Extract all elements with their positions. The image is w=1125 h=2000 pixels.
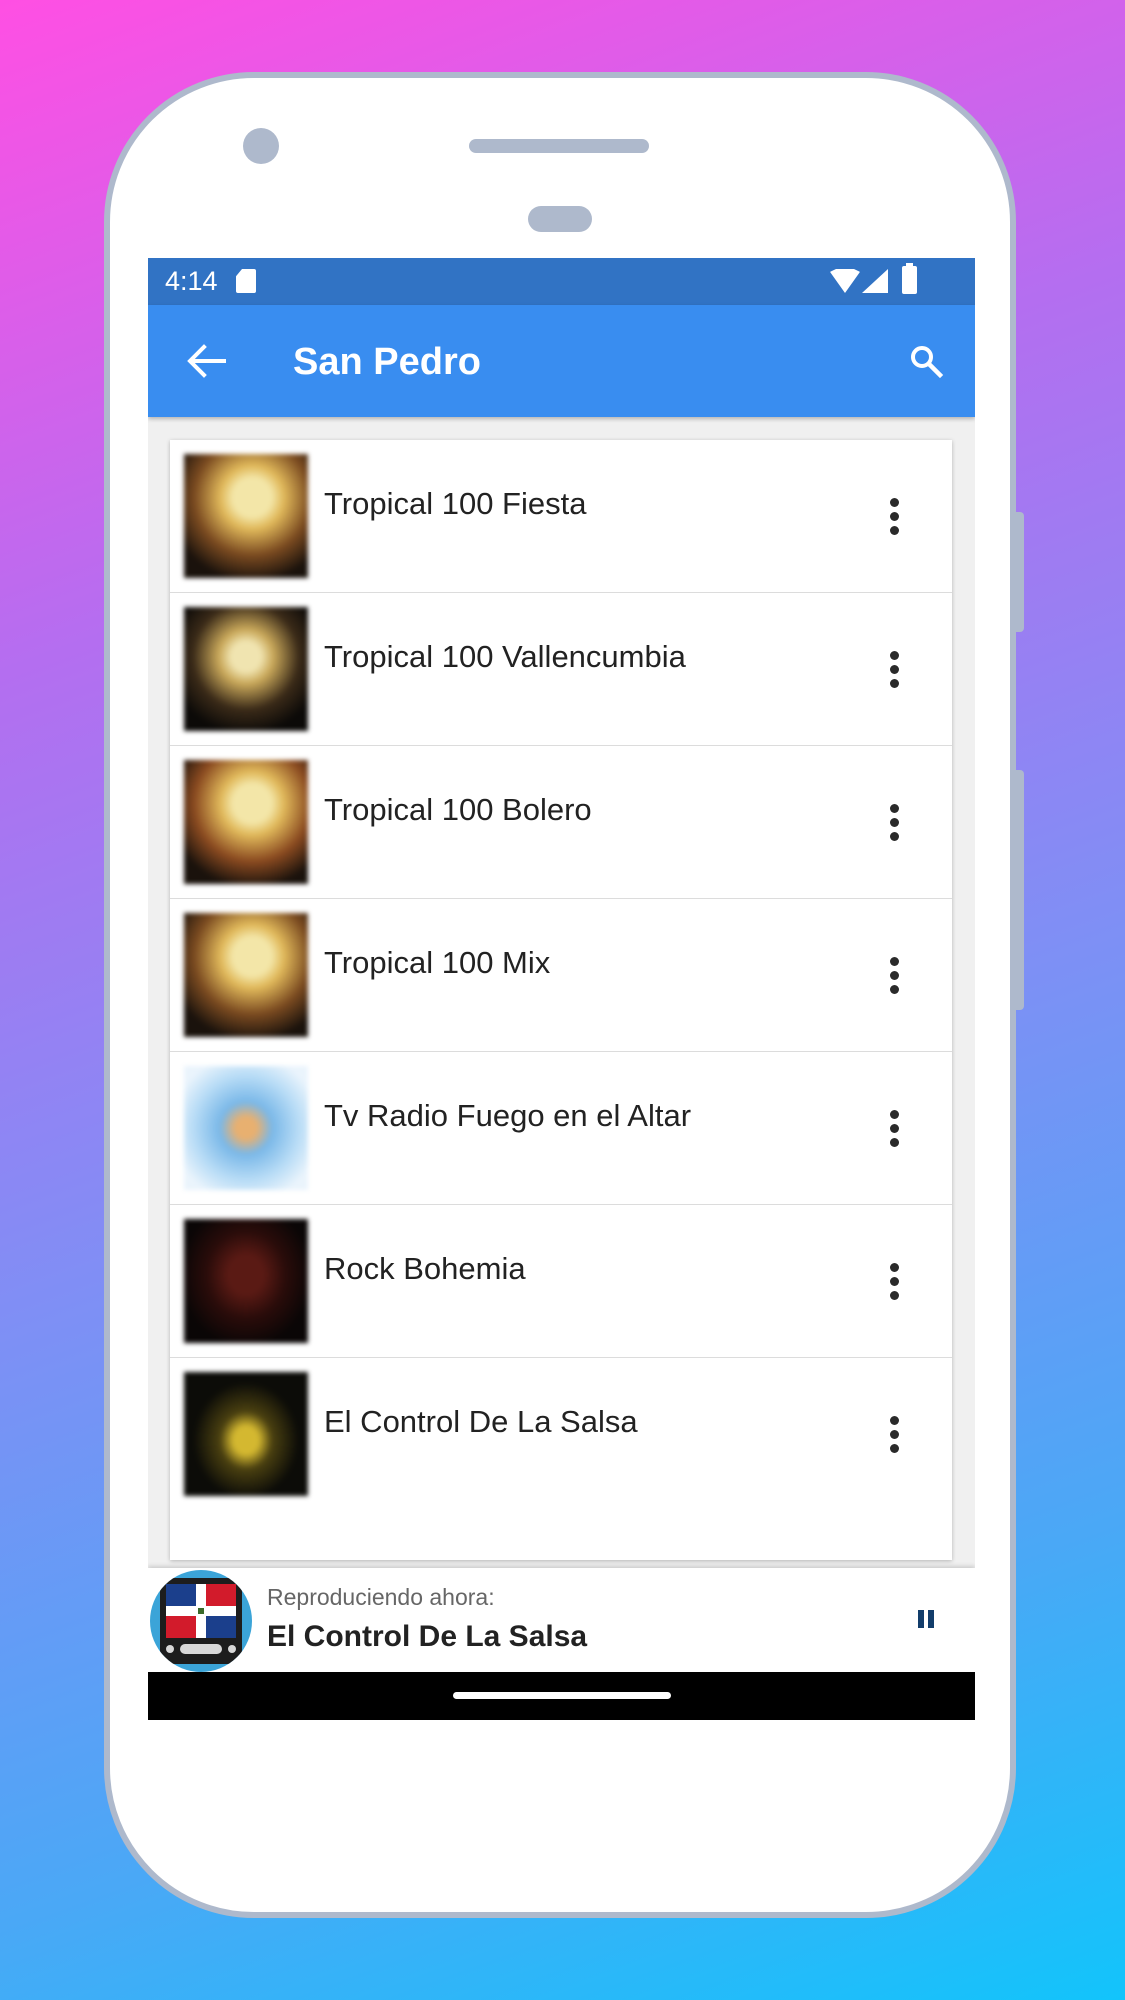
earpiece-speaker: [469, 139, 649, 153]
more-options-icon[interactable]: [880, 804, 908, 846]
station-row[interactable]: Tropical 100 Fiesta: [170, 440, 952, 593]
station-thumbnail: [184, 760, 308, 884]
station-name: Tropical 100 Fiesta: [324, 486, 587, 521]
station-list: Tropical 100 Fiesta Tropical 100 Vallenc…: [170, 440, 952, 1560]
station-name: Tropical 100 Mix: [324, 945, 551, 980]
station-row[interactable]: Tropical 100 Mix: [170, 899, 952, 1052]
station-thumbnail: [184, 1219, 308, 1343]
station-name: Rock Bohemia: [324, 1251, 526, 1286]
status-time: 4:14: [165, 266, 218, 296]
more-options-icon[interactable]: [880, 957, 908, 999]
front-camera: [243, 128, 279, 164]
back-arrow-icon[interactable]: [186, 343, 226, 379]
more-options-icon[interactable]: [880, 1416, 908, 1458]
now-playing-title: El Control De La Salsa: [267, 1620, 588, 1653]
station-row[interactable]: El Control De La Salsa: [170, 1358, 952, 1511]
more-options-icon[interactable]: [880, 1110, 908, 1152]
now-playing-label: Reproduciendo ahora:: [267, 1584, 495, 1610]
pause-icon[interactable]: [918, 1610, 936, 1630]
wifi-icon: [830, 269, 860, 293]
now-playing-artwork: [150, 1570, 252, 1672]
station-thumbnail: [184, 607, 308, 731]
station-name: El Control De La Salsa: [324, 1404, 638, 1439]
station-row[interactable]: Rock Bohemia: [170, 1205, 952, 1358]
station-thumbnail: [184, 454, 308, 578]
battery-icon: [902, 263, 917, 294]
station-row[interactable]: Tv Radio Fuego en el Altar: [170, 1052, 952, 1205]
status-bar: 4:14: [148, 258, 975, 305]
more-options-icon[interactable]: [880, 498, 908, 540]
search-icon[interactable]: [908, 343, 944, 379]
station-name: Tv Radio Fuego en el Altar: [324, 1098, 692, 1133]
more-options-icon[interactable]: [880, 651, 908, 693]
mini-player[interactable]: Reproduciendo ahora: El Control De La Sa…: [148, 1568, 975, 1672]
app-bar: San Pedro: [148, 305, 975, 417]
more-options-icon[interactable]: [880, 1263, 908, 1305]
station-thumbnail: [184, 1066, 308, 1190]
station-name: Tropical 100 Bolero: [324, 792, 592, 827]
home-gesture-bar[interactable]: [453, 1692, 671, 1699]
app-screen: 4:14 San Pedro Tropical 100 Fiesta Tropi…: [148, 258, 975, 1720]
sd-card-icon: [236, 269, 256, 293]
cell-signal-icon: [862, 269, 888, 293]
station-row[interactable]: Tropical 100 Vallencumbia: [170, 593, 952, 746]
proximity-sensor: [528, 206, 592, 232]
station-thumbnail: [184, 913, 308, 1037]
page-title: San Pedro: [293, 341, 481, 383]
station-name: Tropical 100 Vallencumbia: [324, 639, 686, 674]
station-thumbnail: [184, 1372, 308, 1496]
system-nav-bar: [148, 1672, 975, 1720]
station-row[interactable]: Tropical 100 Bolero: [170, 746, 952, 899]
